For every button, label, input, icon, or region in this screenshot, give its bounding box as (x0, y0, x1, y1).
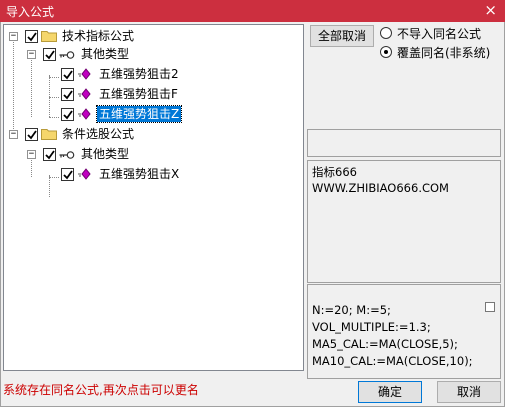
description-line: WWW.ZHIBIAO666.COM (312, 181, 449, 195)
window-title: 导入公式 (6, 5, 55, 19)
no-import-label: 不导入同名公式 (397, 27, 482, 41)
formula-tree[interactable]: − 技术指标公式 − 其他类型 五维强势狙击2 五维强势狙击F 五维强势狙击Z … (3, 24, 304, 371)
cancel-button[interactable]: 取消 (437, 381, 501, 403)
formula-description-panel: 指标666 WWW.ZHIBIAO666.COM (307, 160, 501, 283)
formula-diamond-icon (78, 88, 91, 100)
tree-node-label: 条件选股公式 (62, 127, 135, 141)
tree-node-formula[interactable]: 五维强势狙击2 (4, 65, 303, 83)
tree-node-label: 其他类型 (81, 47, 130, 61)
collapse-icon[interactable]: − (27, 50, 36, 59)
description-line: 指标666 (312, 165, 357, 179)
formula-diamond-icon (78, 168, 91, 180)
folder-icon (41, 31, 57, 42)
checkbox-checked[interactable] (25, 30, 38, 43)
key-icon (59, 51, 75, 59)
empty-field (307, 129, 501, 157)
checkbox-checked[interactable] (61, 88, 74, 101)
small-checkbox-icon[interactable] (485, 302, 495, 312)
close-icon[interactable]: × (484, 1, 497, 19)
tree-node-formula[interactable]: 五维强势狙击F (4, 85, 303, 103)
tree-node-formula-selected[interactable]: 五维强势狙击Z (4, 105, 303, 123)
checkbox-checked[interactable] (61, 108, 74, 121)
tree-node-label: 其他类型 (81, 147, 130, 161)
checkbox-checked[interactable] (43, 48, 56, 61)
formula-diamond-icon (78, 108, 91, 120)
code-line: VOL_MULTIPLE:=1.3; (312, 320, 431, 334)
status-message: 系统存在同名公式,再次点击可以更名 (3, 383, 199, 397)
checkbox-checked[interactable] (61, 168, 74, 181)
tree-node-other-types[interactable]: − 其他类型 (4, 45, 303, 63)
ok-button[interactable]: 确定 (358, 381, 422, 403)
tree-node-other-types[interactable]: − 其他类型 (4, 145, 303, 163)
radio-button-selected[interactable] (380, 46, 392, 58)
tree-node-formula[interactable]: 五维强势狙击X (4, 165, 303, 183)
checkbox-checked[interactable] (61, 68, 74, 81)
collapse-icon[interactable]: − (27, 150, 36, 159)
key-icon (59, 151, 75, 159)
folder-icon (41, 129, 57, 140)
code-line: N:=20; M:=5; (312, 303, 391, 317)
collapse-icon[interactable]: − (9, 130, 18, 139)
radio-button[interactable] (380, 27, 392, 39)
checkbox-checked[interactable] (43, 148, 56, 161)
tree-node-label: 技术指标公式 (62, 29, 135, 43)
tree-node-label: 五维强势狙击X (99, 167, 180, 181)
overwrite-label: 覆盖同名(非系统) (397, 46, 491, 60)
dialog-body: − 技术指标公式 − 其他类型 五维强势狙击2 五维强势狙击F 五维强势狙击Z … (0, 22, 505, 407)
collapse-icon[interactable]: − (9, 32, 18, 41)
cancel-all-button[interactable]: 全部取消 (310, 25, 374, 47)
tree-node-tech-formulas[interactable]: − 技术指标公式 (4, 27, 303, 45)
tree-node-label: 五维强势狙击2 (99, 67, 179, 81)
tree-node-label: 五维强势狙击Z (95, 105, 183, 123)
overwrite-option[interactable]: 覆盖同名(非系统) (380, 44, 504, 60)
code-line: MA5_CAL:=MA(CLOSE,5); (312, 337, 458, 351)
code-line: MA10_CAL:=MA(CLOSE,10); (312, 354, 473, 368)
checkbox-checked[interactable] (25, 128, 38, 141)
formula-code-panel[interactable]: N:=20; M:=5; VOL_MULTIPLE:=1.3; MA5_CAL:… (307, 284, 501, 379)
tree-node-stock-selection-formulas[interactable]: − 条件选股公式 (4, 125, 303, 143)
formula-diamond-icon (78, 68, 91, 80)
no-import-option[interactable]: 不导入同名公式 (380, 25, 504, 41)
tree-node-label: 五维强势狙击F (99, 87, 178, 101)
title-bar: 导入公式 × (0, 0, 505, 22)
